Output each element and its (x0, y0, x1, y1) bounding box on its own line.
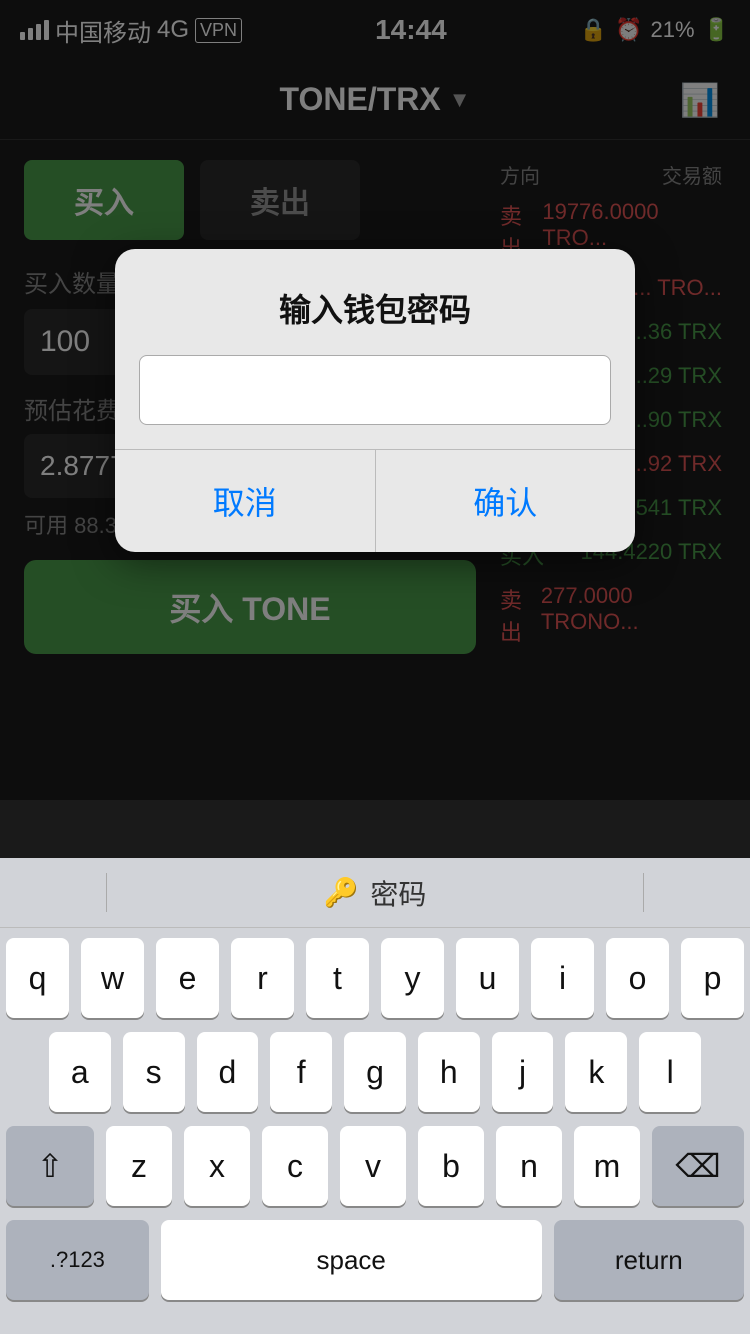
symbols-key[interactable]: .?123 (6, 1220, 149, 1300)
key-s[interactable]: s (123, 1032, 185, 1112)
keyboard-row-2: a s d f g h j k l (6, 1032, 744, 1112)
modal-input-wrapper (115, 355, 635, 449)
modal-title: 输入钱包密码 (115, 249, 635, 355)
keyboard: 🔑 密码 q w e r t y u i o p a s d f g h j (0, 858, 750, 1334)
modal-overlay: 输入钱包密码 取消 确认 (0, 0, 750, 800)
modal-buttons: 取消 确认 (115, 449, 635, 552)
confirm-button[interactable]: 确认 (376, 450, 636, 552)
keyboard-row-1: q w e r t y u i o p (6, 938, 744, 1018)
key-a[interactable]: a (49, 1032, 111, 1112)
suggestion-text: 密码 (370, 873, 426, 913)
key-v[interactable]: v (340, 1126, 406, 1206)
key-m[interactable]: m (574, 1126, 640, 1206)
return-key[interactable]: return (554, 1220, 744, 1300)
key-u[interactable]: u (456, 938, 519, 1018)
key-icon: 🔑 (324, 876, 359, 909)
key-b[interactable]: b (418, 1126, 484, 1206)
cancel-button[interactable]: 取消 (115, 450, 376, 552)
password-input[interactable] (139, 355, 611, 425)
suggestion-divider-left (106, 873, 107, 912)
key-k[interactable]: k (565, 1032, 627, 1112)
key-x[interactable]: x (184, 1126, 250, 1206)
shift-key[interactable]: ⇧ (6, 1126, 94, 1206)
key-g[interactable]: g (344, 1032, 406, 1112)
key-d[interactable]: d (197, 1032, 259, 1112)
key-t[interactable]: t (306, 938, 369, 1018)
key-o[interactable]: o (606, 938, 669, 1018)
key-q[interactable]: q (6, 938, 69, 1018)
key-y[interactable]: y (381, 938, 444, 1018)
key-c[interactable]: c (262, 1126, 328, 1206)
keyboard-row-3: ⇧ z x c v b n m ⌫ (6, 1126, 744, 1206)
key-j[interactable]: j (492, 1032, 554, 1112)
key-p[interactable]: p (681, 938, 744, 1018)
password-modal: 输入钱包密码 取消 确认 (115, 249, 635, 552)
key-n[interactable]: n (496, 1126, 562, 1206)
space-key[interactable]: space (161, 1220, 542, 1300)
key-r[interactable]: r (231, 938, 294, 1018)
keyboard-rows: q w e r t y u i o p a s d f g h j k l ⇧ (0, 928, 750, 1300)
keyboard-suggestion-bar: 🔑 密码 (0, 858, 750, 928)
key-i[interactable]: i (531, 938, 594, 1018)
key-w[interactable]: w (81, 938, 144, 1018)
delete-key[interactable]: ⌫ (652, 1126, 744, 1206)
key-l[interactable]: l (639, 1032, 701, 1112)
key-h[interactable]: h (418, 1032, 480, 1112)
key-z[interactable]: z (106, 1126, 172, 1206)
key-f[interactable]: f (270, 1032, 332, 1112)
keyboard-row-4: .?123 space return (6, 1220, 744, 1300)
keyboard-suggestion: 🔑 密码 (324, 873, 427, 913)
suggestion-divider-right (643, 873, 644, 912)
key-e[interactable]: e (156, 938, 219, 1018)
